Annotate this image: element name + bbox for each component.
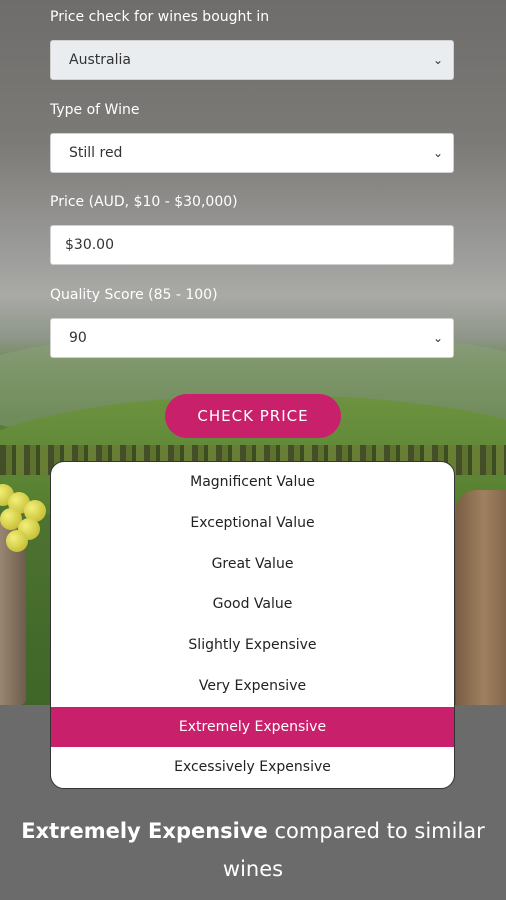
quality-value: 90 bbox=[69, 330, 87, 346]
scale-item-selected: Extremely Expensive bbox=[51, 706, 454, 748]
scale-item: Excessively Expensive bbox=[174, 759, 331, 776]
value-scale: Magnificent Value Exceptional Value Grea… bbox=[50, 461, 455, 789]
chevron-down-icon: ⌄ bbox=[432, 331, 443, 345]
scale-item: Good Value bbox=[212, 596, 293, 613]
wine-type-label: Type of Wine bbox=[50, 102, 140, 118]
price-input[interactable]: $30.00 bbox=[50, 225, 454, 265]
quality-label: Quality Score (85 - 100) bbox=[50, 287, 218, 303]
wine-type-select[interactable]: Still red ⌄ bbox=[50, 133, 454, 173]
country-select[interactable]: Australia ⌄ bbox=[50, 40, 454, 80]
chevron-down-icon: ⌄ bbox=[432, 53, 443, 67]
scale-item: Great Value bbox=[211, 555, 294, 572]
scale-item: Slightly Expensive bbox=[188, 637, 317, 653]
chevron-down-icon: ⌄ bbox=[432, 146, 443, 160]
wine-type-value: Still red bbox=[69, 145, 123, 161]
grapes-image bbox=[0, 478, 52, 553]
result-text: Extremely Expensive compared to similar … bbox=[0, 812, 506, 888]
quality-select[interactable]: 90 ⌄ bbox=[50, 318, 454, 358]
country-label: Price check for wines bought in bbox=[50, 9, 270, 25]
scale-item: Magnificent Value bbox=[190, 474, 315, 490]
check-price-button[interactable]: CHECK PRICE bbox=[165, 394, 341, 438]
barrel-right bbox=[456, 490, 506, 705]
scale-item: Exceptional Value bbox=[190, 514, 315, 531]
scale-item: Very Expensive bbox=[198, 677, 307, 694]
price-label: Price (AUD, $10 - $30,000) bbox=[50, 194, 238, 210]
country-value: Australia bbox=[69, 52, 131, 68]
result-verdict: Extremely Expensive bbox=[21, 819, 268, 843]
